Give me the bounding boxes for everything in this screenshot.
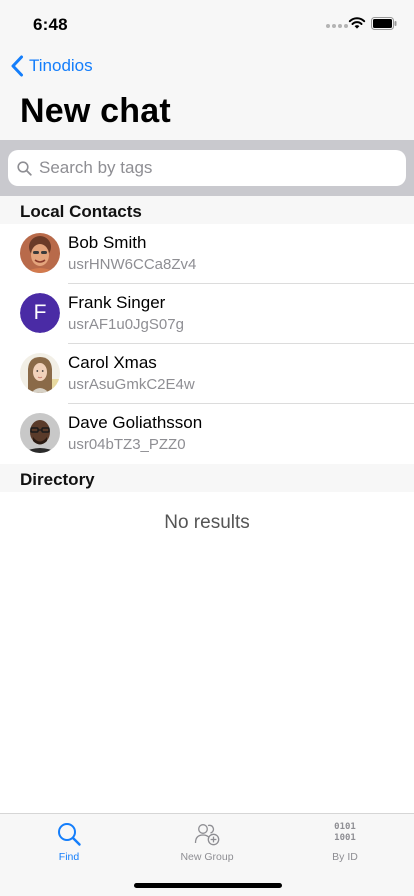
avatar-initial: F [20, 293, 60, 333]
back-button[interactable]: Tinodios [10, 54, 93, 78]
empty-state-text: No results [164, 512, 250, 533]
home-indicator [134, 883, 282, 888]
search-icon [17, 160, 32, 176]
contact-id: usrHNW6CCa8Zv4 [68, 256, 197, 273]
section-header-directory: Directory [0, 464, 414, 492]
contact-id: usrAsuGmkC2E4w [68, 376, 195, 393]
tab-label: New Group [180, 851, 234, 863]
contact-name: Frank Singer [68, 293, 166, 312]
chevron-left-icon [11, 55, 23, 77]
search-field[interactable] [8, 150, 406, 186]
tab-new-group[interactable]: New Group [138, 814, 276, 864]
binary-icon-line: 1001 [334, 833, 356, 843]
avatar [20, 413, 60, 453]
contact-row[interactable]: Carol Xmas usrAsuGmkC2E4w [0, 344, 414, 404]
navigation-area: 6:48 Tinodios New chat [0, 0, 414, 140]
section-title: Local Contacts [20, 202, 142, 221]
cellular-signal-icon [326, 24, 348, 28]
search-icon [58, 823, 81, 846]
avatar: F [20, 293, 60, 333]
search-input[interactable] [39, 158, 379, 178]
add-group-icon [194, 824, 220, 846]
contact-list: Bob Smith usrHNW6CCa8Zv4 F Frank Singer … [0, 224, 414, 464]
contact-id: usrAF1u0JgS07g [68, 316, 184, 333]
status-time: 6:48 [33, 15, 68, 34]
page-title: New chat [20, 92, 171, 130]
contact-name: Bob Smith [68, 233, 147, 252]
battery-icon [371, 17, 397, 30]
avatar [20, 233, 60, 273]
tab-label: Find [58, 851, 80, 863]
contact-row[interactable]: Dave Goliathsson usr04bTZ3_PZZ0 [0, 404, 414, 464]
binary-icon-line: 0101 [334, 822, 356, 832]
avatar [20, 353, 60, 393]
contact-row[interactable]: Bob Smith usrHNW6CCa8Zv4 [0, 224, 414, 284]
tab-label: By ID [332, 851, 358, 863]
contact-row[interactable]: F Frank Singer usrAF1u0JgS07g [0, 284, 414, 344]
binary-icon: 0101 1001 [334, 822, 356, 844]
search-bar [0, 140, 414, 196]
contact-name: Carol Xmas [68, 353, 157, 372]
back-button-label: Tinodios [29, 56, 93, 75]
tab-by-id[interactable]: 0101 1001 By ID [276, 814, 414, 864]
section-title: Directory [20, 470, 95, 489]
status-bar: 6:48 [0, 0, 414, 44]
contact-name: Dave Goliathsson [68, 413, 203, 432]
wifi-icon [348, 17, 366, 29]
contact-id: usr04bTZ3_PZZ0 [68, 436, 186, 453]
section-header-local-contacts: Local Contacts [0, 196, 414, 224]
tab-find[interactable]: Find [0, 814, 138, 864]
